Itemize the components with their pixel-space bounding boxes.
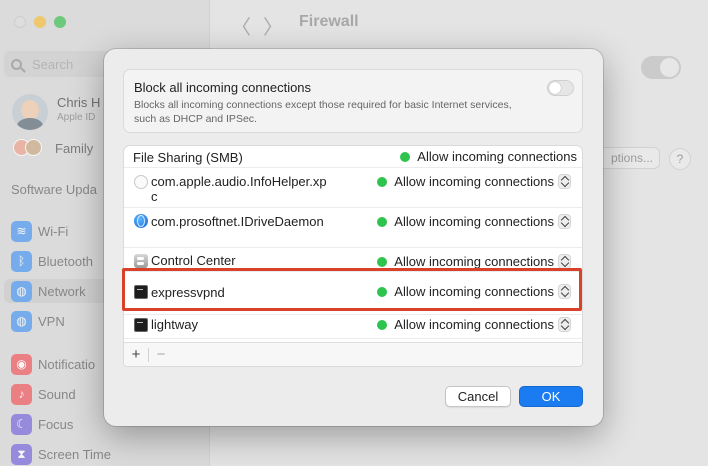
- block-all-title: Block all incoming connections: [134, 80, 312, 95]
- app-row[interactable]: com.apple.audio.InfoHelper.xpc Allow inco…: [124, 168, 582, 208]
- app-row[interactable]: com.prosoftnet.IDriveDaemon Allow incomin…: [124, 208, 582, 248]
- generic-app-icon: [134, 175, 148, 189]
- app-row[interactable]: Control Center Allow incoming connections: [124, 248, 582, 272]
- connection-setting-popup[interactable]: Allow incoming connections: [377, 317, 571, 332]
- app-name: com.apple.audio.InfoHelper.xpc: [151, 174, 327, 204]
- ok-button[interactable]: OK: [519, 386, 583, 407]
- chevron-up-down-icon[interactable]: [558, 214, 571, 229]
- app-name: Control Center: [151, 253, 236, 268]
- cancel-button[interactable]: Cancel: [445, 386, 511, 407]
- remove-app-button[interactable]: −: [149, 344, 173, 366]
- globe-icon: [134, 214, 148, 228]
- app-name: com.prosoftnet.IDriveDaemon: [151, 214, 324, 229]
- app-name: lightway: [151, 317, 198, 332]
- status-dot-icon: [377, 286, 388, 297]
- connection-setting-label: Allow incoming connections: [394, 254, 554, 269]
- connection-setting-popup[interactable]: Allow incoming connections: [377, 174, 571, 189]
- app-row[interactable]: lightway Allow incoming connections: [124, 315, 582, 339]
- app-name: expressvpnd: [151, 285, 225, 300]
- terminal-icon: [134, 318, 148, 332]
- status-dot-icon: [400, 151, 411, 162]
- connection-setting-label: Allow incoming connections: [394, 317, 554, 332]
- connection-setting-label: Allow incoming connections: [394, 174, 554, 189]
- status-dot-icon: [377, 216, 388, 227]
- control-center-icon: [134, 254, 148, 268]
- block-all-section: Block all incoming connections Blocks al…: [123, 69, 583, 133]
- terminal-icon: [134, 285, 148, 299]
- app-list: File Sharing (SMB) Allow incoming connect…: [123, 145, 583, 367]
- chevron-up-down-icon[interactable]: [558, 174, 571, 189]
- app-row[interactable]: File Sharing (SMB) Allow incoming connect…: [124, 146, 582, 168]
- connection-setting-label: Allow incoming connections: [394, 214, 554, 229]
- app-row[interactable]: expressvpnd Allow incoming connections: [124, 272, 582, 315]
- status-dot-icon: [377, 176, 388, 187]
- block-all-toggle[interactable]: [547, 80, 574, 96]
- connection-setting-popup[interactable]: Allow incoming connections: [377, 284, 571, 299]
- list-footer: + −: [124, 342, 582, 366]
- add-app-button[interactable]: +: [124, 344, 148, 366]
- status-dot-icon: [377, 319, 388, 330]
- firewall-options-dialog: Block all incoming connections Blocks al…: [104, 49, 603, 426]
- block-all-description: Blocks all incoming connections except t…: [134, 99, 512, 125]
- chevron-up-down-icon[interactable]: [558, 284, 571, 299]
- status-dot-icon: [377, 256, 388, 267]
- chevron-up-down-icon[interactable]: [558, 317, 571, 332]
- chevron-up-down-icon[interactable]: [558, 254, 571, 269]
- app-name: File Sharing (SMB): [133, 150, 243, 165]
- connection-setting-popup[interactable]: Allow incoming connections: [377, 214, 571, 229]
- connection-setting-popup[interactable]: Allow incoming connections: [377, 254, 571, 269]
- connection-setting-label: Allow incoming connections: [394, 284, 554, 299]
- connection-setting-popup[interactable]: Allow incoming connections: [400, 149, 577, 164]
- connection-setting-label: Allow incoming connections: [417, 149, 577, 164]
